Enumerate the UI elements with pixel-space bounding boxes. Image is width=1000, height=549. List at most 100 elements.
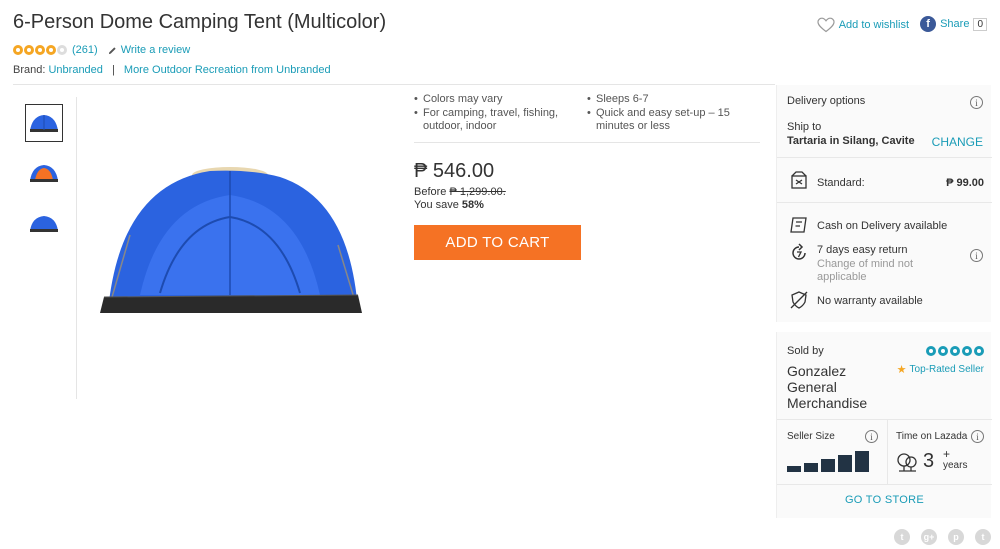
tent-thumbnail-icon (30, 115, 58, 132)
original-price-suffix: . (502, 186, 506, 198)
feature-item: Colors may vary (414, 93, 587, 106)
tent-thumbnail-icon (30, 165, 58, 182)
go-to-store-link[interactable]: GO TO STORE (777, 494, 992, 506)
cash-on-delivery-icon (790, 217, 807, 233)
no-warranty-icon (790, 291, 808, 309)
divider (777, 157, 992, 158)
star-icon (938, 346, 948, 356)
write-review-label: Write a review (120, 44, 191, 56)
feature-list: Colors may vary For camping, travel, fis… (414, 93, 760, 134)
divider (76, 97, 77, 399)
standard-delivery-price: ₱ 99.00 (946, 177, 984, 189)
delivery-title: Delivery options (787, 95, 866, 107)
seller-name[interactable]: Gonzalez General Merchandise (787, 363, 887, 411)
years-on-lazada: 3 (923, 450, 935, 472)
pinterest-icon[interactable]: p (948, 529, 964, 545)
thumbnail-2[interactable] (25, 154, 63, 192)
time-on-lazada-label: Time on Lazada (896, 431, 968, 442)
divider (887, 419, 888, 484)
ship-to-location: Tartaria in Silang, Cavite (787, 135, 915, 147)
before-label: Before (414, 186, 447, 198)
star-icon (926, 346, 936, 356)
star-icon (24, 45, 34, 55)
thumbnail-3[interactable] (25, 204, 63, 242)
thumbnail-1[interactable] (25, 104, 63, 142)
change-location-link[interactable]: CHANGE (932, 135, 983, 149)
star-empty-icon (57, 45, 67, 55)
tumblr-icon[interactable]: t (975, 529, 991, 545)
medal-icon: ★ (896, 364, 907, 376)
return-policy-label: 7 days easy return (817, 244, 908, 256)
years-plus: + (943, 447, 951, 461)
star-icon (13, 45, 23, 55)
tree-icon (897, 453, 917, 472)
warranty-label: No warranty available (817, 295, 923, 307)
wishlist-label: Add to wishlist (838, 19, 909, 31)
savings-label: You save (414, 199, 459, 211)
info-icon[interactable]: i (971, 430, 984, 443)
add-to-cart-button[interactable]: ADD TO CART (414, 225, 581, 260)
size-bar (787, 466, 801, 472)
product-main-image[interactable] (100, 165, 362, 315)
rating-stars (13, 45, 67, 55)
brand-separator: | (111, 64, 115, 76)
brand-row: Brand: Unbranded | More Outdoor Recreati… (13, 64, 331, 76)
share-label: Share (940, 18, 970, 30)
cash-on-delivery-label: Cash on Delivery available (817, 220, 948, 232)
seller-panel: Sold by Gonzalez General Merchandise ★ T… (776, 332, 992, 518)
savings-row: You save 58% (414, 199, 484, 211)
rating-row: (261) Write a review (13, 44, 190, 56)
divider (777, 202, 992, 203)
return-icon (792, 243, 806, 260)
size-bar (804, 463, 818, 472)
thumbnail-list (25, 104, 63, 254)
current-price: ₱ 546.00 (414, 160, 495, 182)
savings-percent: 58% (461, 199, 484, 211)
feature-item: For camping, travel, fishing, outdoor, i… (414, 107, 587, 133)
seller-size-label: Seller Size (787, 431, 835, 442)
google-plus-icon[interactable]: g+ (921, 529, 937, 545)
social-share-icons: t g+ p t (894, 529, 991, 545)
before-price-row: Before ₱ 1,299.00. (414, 186, 506, 198)
top-rated-label: Top-Rated Seller (909, 364, 984, 375)
divider (777, 419, 992, 420)
star-icon (950, 346, 960, 356)
feature-item: Quick and easy set-up – 15 minutes or le… (587, 107, 760, 133)
delivery-options-panel: Delivery options i Ship to Tartaria in S… (776, 85, 992, 322)
heart-icon (817, 17, 835, 33)
divider (414, 142, 760, 143)
top-rated-badge: ★ Top-Rated Seller (897, 363, 984, 376)
years-unit: years (943, 460, 968, 471)
size-bar (855, 451, 869, 472)
star-icon (974, 346, 984, 356)
divider (13, 84, 775, 85)
review-count-link[interactable]: (261) (72, 44, 98, 56)
return-policy-note: Change of mind not applicable (817, 258, 914, 283)
ship-to-label: Ship to (787, 121, 822, 133)
share-count: 0 (973, 17, 987, 31)
standard-delivery-label: Standard: (817, 177, 865, 189)
original-price: ₱ 1,299.00 (449, 186, 503, 198)
share-button[interactable]: f Share 0 (920, 16, 987, 32)
twitter-icon[interactable]: t (894, 529, 910, 545)
feature-column-left: Colors may vary For camping, travel, fis… (414, 93, 587, 134)
star-icon (46, 45, 56, 55)
facebook-icon: f (920, 16, 937, 32)
feature-column-right: Sleeps 6-7 Quick and easy set-up – 15 mi… (587, 93, 760, 134)
size-bar (821, 459, 835, 472)
write-review-link[interactable]: Write a review (108, 44, 190, 56)
tent-thumbnail-icon (30, 216, 58, 232)
delivery-box-icon (791, 171, 807, 189)
info-icon[interactable]: i (970, 96, 983, 109)
divider (777, 484, 992, 485)
size-bar (838, 455, 852, 472)
more-from-brand-link[interactable]: More Outdoor Recreation from Unbranded (124, 64, 331, 76)
info-icon[interactable]: i (865, 430, 878, 443)
brand-link[interactable]: Unbranded (48, 64, 102, 76)
info-icon[interactable]: i (970, 249, 983, 262)
pencil-icon (108, 46, 116, 54)
seller-size-meter (787, 450, 869, 472)
add-to-wishlist-button[interactable]: Add to wishlist (817, 17, 909, 33)
product-title: 6-Person Dome Camping Tent (Multicolor) (13, 11, 387, 33)
star-icon (35, 45, 45, 55)
